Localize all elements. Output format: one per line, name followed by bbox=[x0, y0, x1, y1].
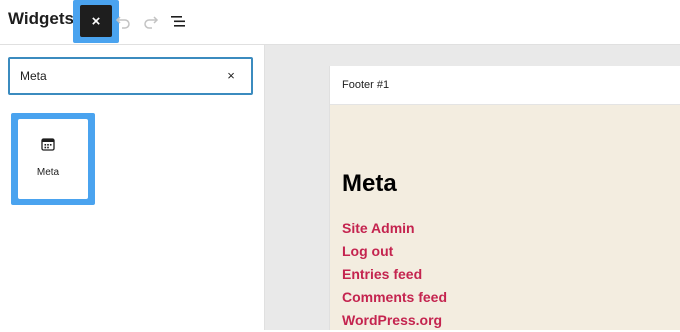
page-title: Widgets bbox=[8, 9, 74, 28]
block-item-label: Meta bbox=[36, 167, 60, 178]
close-inserter-button[interactable]: × bbox=[80, 5, 112, 37]
meta-link[interactable]: Comments feed bbox=[342, 286, 447, 309]
editor-canvas: Footer #1 Meta Site Admin Log out Entrie… bbox=[265, 45, 680, 330]
block-inserter-panel: × Meta bbox=[0, 45, 265, 330]
widget-area-header[interactable]: Footer #1 bbox=[330, 66, 680, 105]
block-search-box: × bbox=[8, 57, 253, 95]
widget-area-footer: Footer #1 Meta Site Admin Log out Entrie… bbox=[329, 66, 680, 330]
undo-icon[interactable] bbox=[113, 11, 133, 31]
block-search-input[interactable] bbox=[20, 59, 210, 93]
redo-icon[interactable] bbox=[141, 11, 161, 31]
calendar-icon bbox=[41, 138, 55, 151]
meta-link[interactable]: WordPress.org bbox=[342, 309, 447, 332]
meta-link[interactable]: Log out bbox=[342, 240, 447, 263]
widget-area-title: Footer #1 bbox=[342, 79, 390, 91]
list-view-icon[interactable] bbox=[169, 11, 189, 31]
clear-search-button[interactable]: × bbox=[223, 68, 239, 84]
header-toolbar: Widgets × bbox=[0, 0, 680, 45]
block-item-meta[interactable]: Meta bbox=[18, 119, 88, 199]
meta-link[interactable]: Entries feed bbox=[342, 263, 447, 286]
meta-links-list: Site Admin Log out Entries feed Comments… bbox=[342, 217, 447, 332]
meta-link[interactable]: Site Admin bbox=[342, 217, 447, 240]
meta-widget-heading: Meta bbox=[342, 170, 397, 197]
